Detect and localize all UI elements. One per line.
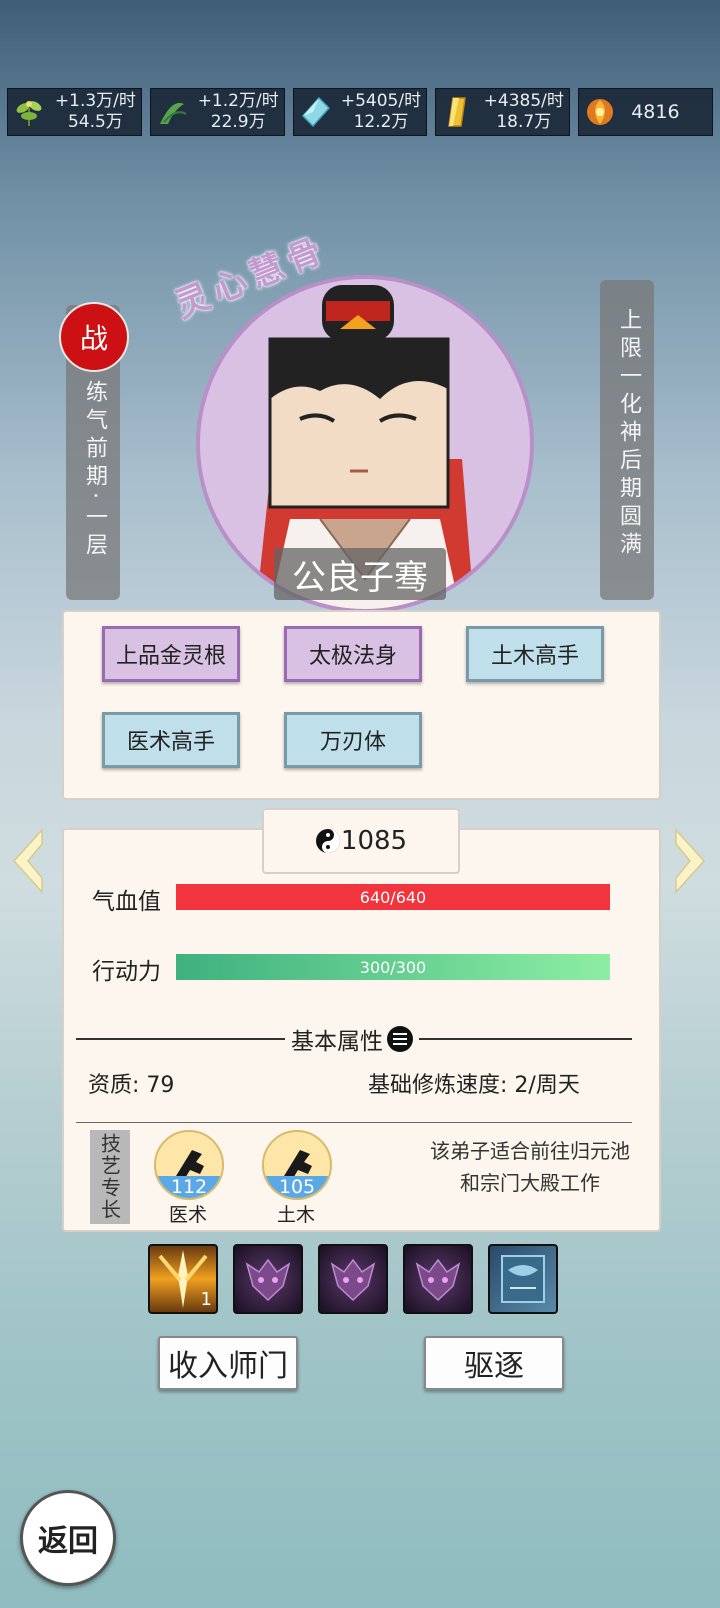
purple-dragon-icon [330,1258,376,1302]
trait-chip[interactable]: 上品金灵根 [102,626,240,682]
equip-slot[interactable]: 1 [148,1244,218,1314]
skill-value: 105 [264,1176,330,1198]
action-bar: 300/300 [176,954,610,980]
action-label: 行动力 [92,959,161,985]
previous-arrow-icon[interactable] [8,826,48,896]
crystal-icon [294,91,336,133]
hp-label: 气血值 [92,889,161,915]
blue-scroll-icon [501,1255,545,1303]
resource-spirit[interactable]: 4816 [578,88,713,136]
herb-icon [8,91,50,133]
equipment-slots: 1 [148,1244,558,1314]
character-name: 公良子骞 [274,548,446,600]
realm-text: 练气前期·一层 [82,380,107,561]
skill-value: 112 [156,1176,222,1198]
skill-medicine[interactable]: 112 医术 [154,1130,224,1227]
purple-dragon-icon [415,1258,461,1302]
battle-badge[interactable]: 战 [59,302,129,372]
resource-bar: +1.3万/时 54.5万 +1.2万/时 22.9万 +5405/时 12.2万 +… [7,88,713,136]
resource-gold[interactable]: +4385/时 18.7万 [435,88,571,136]
combat-power: 1085 [262,808,460,874]
aptitude: 资质: 79 [88,1073,175,1098]
back-button[interactable]: 返回 [20,1490,116,1586]
equip-slot[interactable] [233,1244,303,1314]
basic-attributes-title: 基本属性 [291,1029,383,1055]
skills-divider [76,1122,632,1123]
equip-count: 1 [200,1289,212,1310]
hp-bar: 640/640 [176,884,610,910]
action-value: 300/300 [359,957,427,977]
expel-button[interactable]: 驱逐 [424,1336,564,1390]
next-arrow-icon[interactable] [670,826,710,896]
basic-attributes-header[interactable]: 基本属性 [285,1022,419,1056]
skill-construction[interactable]: 105 土木 [262,1130,332,1227]
list-icon[interactable] [387,1026,413,1052]
skill-label: 医术 [168,1204,207,1226]
limit-text: 上限一化神后期圆满 [616,308,641,560]
purple-dragon-icon [245,1258,291,1302]
skill-label: 土木 [276,1204,315,1226]
yin-yang-icon [315,829,340,853]
equip-slot[interactable] [488,1244,558,1314]
skills-tag: 技艺专长 [90,1130,130,1224]
trait-chip[interactable]: 土木高手 [466,626,604,682]
traits-panel: 上品金灵根 太极法身 土木高手 医术高手 万刃体 [62,610,661,800]
hp-value: 640/640 [359,887,427,907]
fire-coin-icon [579,91,621,133]
trait-chip[interactable]: 万刃体 [284,712,422,768]
equip-slot[interactable] [318,1244,388,1314]
grass-icon [151,91,193,133]
cultivation-speed: 基础修炼速度: 2/周天 [368,1073,580,1098]
equip-slot[interactable] [403,1244,473,1314]
trait-chip[interactable]: 太极法身 [284,626,422,682]
trait-chip[interactable]: 医术高手 [102,712,240,768]
gold-bar-icon [436,91,478,133]
resource-grass[interactable]: +1.2万/时 22.9万 [149,88,285,136]
combat-power-value: 1085 [340,826,408,856]
resource-crystal[interactable]: +5405/时 12.2万 [292,88,428,136]
resource-herb[interactable]: +1.3万/时 54.5万 [7,88,142,136]
work-hint: 该弟子适合前往归元池和宗门大殿工作 [430,1139,630,1195]
recruit-button[interactable]: 收入师门 [158,1336,298,1390]
